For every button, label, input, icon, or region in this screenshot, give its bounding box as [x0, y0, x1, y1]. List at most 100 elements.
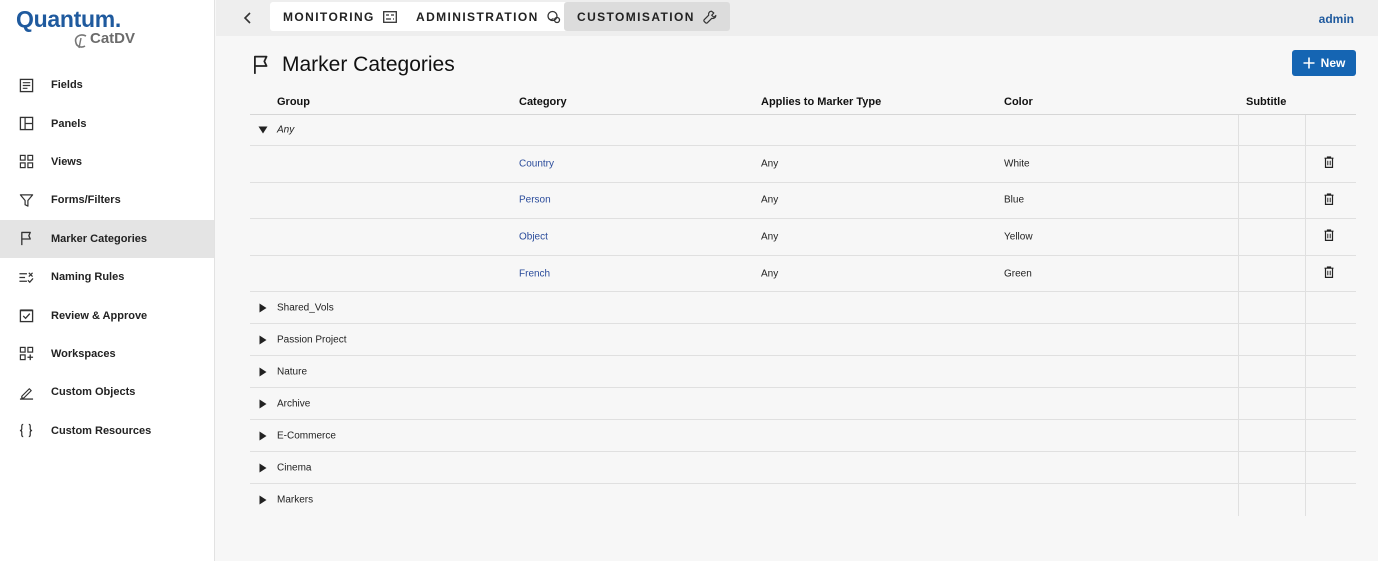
panels-icon — [18, 116, 34, 132]
column-divider — [1305, 420, 1306, 452]
group-row[interactable]: Shared_Vols — [250, 292, 1356, 325]
group-label: E-Commerce — [277, 430, 336, 442]
caret-down-icon[interactable] — [258, 125, 268, 135]
column-divider — [1305, 484, 1306, 517]
back-button[interactable] — [238, 8, 258, 28]
table-header: Group Category Applies to Marker Type Co… — [250, 92, 1356, 115]
column-header-group[interactable]: Group — [277, 96, 310, 108]
column-divider — [1305, 292, 1306, 324]
group-row[interactable]: E-Commerce — [250, 420, 1356, 453]
workspaces-icon — [18, 346, 34, 362]
applies-cell: Any — [761, 231, 779, 243]
caret-right-icon[interactable] — [258, 303, 268, 313]
column-divider — [1238, 146, 1239, 182]
sidebar-nav: Fields Panels Views Forms/Filters Marker… — [0, 66, 214, 450]
pen-icon — [18, 384, 34, 400]
table-row[interactable]: Country Any White — [250, 146, 1356, 183]
category-link[interactable]: French — [519, 268, 550, 279]
sidebar-item-marker-categories[interactable]: Marker Categories — [0, 219, 214, 258]
group-label: Shared_Vols — [277, 302, 334, 314]
table-row[interactable]: French Any Green — [250, 255, 1356, 293]
monitor-settings-icon — [382, 10, 397, 23]
table-row[interactable]: Object Any Yellow — [250, 219, 1356, 256]
top-bar: MONITORING ADMINISTRATION CUSTOMISATION … — [216, 0, 1378, 36]
group-row[interactable]: Any — [250, 115, 1356, 146]
column-divider — [1238, 115, 1239, 145]
sidebar-item-label: Naming Rules — [51, 271, 125, 284]
category-link[interactable]: Country — [519, 158, 554, 169]
sidebar-item-label: Custom Objects — [51, 386, 136, 399]
sidebar-item-panels[interactable]: Panels — [0, 104, 214, 142]
tab-customisation[interactable]: CUSTOMISATION — [564, 2, 730, 31]
sidebar-item-fields[interactable]: Fields — [0, 66, 214, 104]
group-row[interactable]: Archive — [250, 388, 1356, 421]
delete-icon[interactable] — [1323, 266, 1335, 279]
column-header-applies[interactable]: Applies to Marker Type — [761, 96, 881, 108]
chevron-left-icon — [243, 12, 251, 24]
new-button[interactable]: New — [1292, 50, 1356, 76]
flag-icon — [254, 55, 268, 74]
marker-categories-table: Group Category Applies to Marker Type Co… — [250, 92, 1356, 517]
naming-rules-icon — [18, 269, 34, 285]
table-row[interactable]: Person Any Blue — [250, 182, 1356, 220]
applies-cell: Any — [761, 194, 779, 206]
sidebar-item-workspaces[interactable]: Workspaces — [0, 335, 214, 373]
grid-icon — [18, 154, 34, 170]
sidebar-item-views[interactable]: Views — [0, 143, 214, 181]
delete-icon[interactable] — [1323, 229, 1335, 242]
caret-right-icon[interactable] — [258, 399, 268, 409]
group-label: Any — [277, 124, 295, 136]
column-divider — [1305, 388, 1306, 420]
caret-right-icon[interactable] — [258, 335, 268, 345]
braces-icon — [18, 423, 34, 439]
logo[interactable]: Quantum. CatDV — [16, 6, 206, 54]
column-header-category[interactable]: Category — [519, 96, 567, 108]
sidebar-item-label: Views — [51, 155, 82, 168]
group-row[interactable]: Passion Project — [250, 324, 1356, 357]
sidebar-item-custom-resources[interactable]: Custom Resources — [0, 412, 214, 450]
tab-label: MONITORING — [283, 9, 375, 24]
column-divider — [1305, 452, 1306, 484]
logo-quantum: Quantum. — [16, 6, 121, 32]
caret-right-icon[interactable] — [258, 463, 268, 473]
group-label: Passion Project — [277, 334, 347, 346]
applies-cell: Any — [761, 158, 779, 170]
column-divider — [1305, 324, 1306, 356]
column-divider — [1305, 255, 1306, 292]
sidebar: Quantum. CatDV Fields Panels Views Forms… — [0, 0, 215, 561]
user-menu[interactable]: admin — [1319, 12, 1354, 26]
sidebar-item-label: Fields — [51, 79, 83, 92]
category-link[interactable]: Object — [519, 231, 548, 242]
column-header-color[interactable]: Color — [1004, 96, 1033, 108]
delete-icon[interactable] — [1323, 156, 1335, 169]
page-title: Marker Categories — [282, 53, 455, 76]
page-header: Marker Categories — [252, 52, 455, 78]
sidebar-item-review-approve[interactable]: Review & Approve — [0, 296, 214, 334]
caret-right-icon[interactable] — [258, 367, 268, 377]
category-link[interactable]: Person — [519, 195, 551, 206]
group-label: Cinema — [277, 462, 312, 474]
column-divider — [1238, 219, 1239, 255]
tab-monitoring[interactable]: MONITORING — [270, 2, 410, 31]
column-divider — [1305, 219, 1306, 255]
sidebar-item-label: Custom Resources — [51, 424, 152, 437]
sidebar-item-custom-objects[interactable]: Custom Objects — [0, 373, 214, 411]
group-label: Nature — [277, 366, 308, 378]
sidebar-item-label: Workspaces — [51, 347, 116, 360]
delete-icon[interactable] — [1323, 193, 1335, 206]
tab-administration[interactable]: ADMINISTRATION — [403, 2, 574, 31]
column-divider — [1305, 146, 1306, 182]
column-header-subtitle[interactable]: Subtitle — [1246, 96, 1286, 108]
caret-right-icon[interactable] — [258, 431, 268, 441]
group-row[interactable]: Nature — [250, 356, 1356, 389]
group-row[interactable]: Markers — [250, 484, 1356, 517]
sidebar-item-naming-rules[interactable]: Naming Rules — [0, 258, 214, 296]
caret-right-icon[interactable] — [258, 495, 268, 505]
new-button-label: New — [1320, 56, 1346, 70]
group-label: Markers — [277, 494, 314, 506]
color-cell: White — [1004, 158, 1030, 170]
sidebar-item-forms-filters[interactable]: Forms/Filters — [0, 181, 214, 219]
document-icon — [18, 77, 34, 93]
wrench-icon — [703, 10, 717, 24]
group-row[interactable]: Cinema — [250, 452, 1356, 485]
